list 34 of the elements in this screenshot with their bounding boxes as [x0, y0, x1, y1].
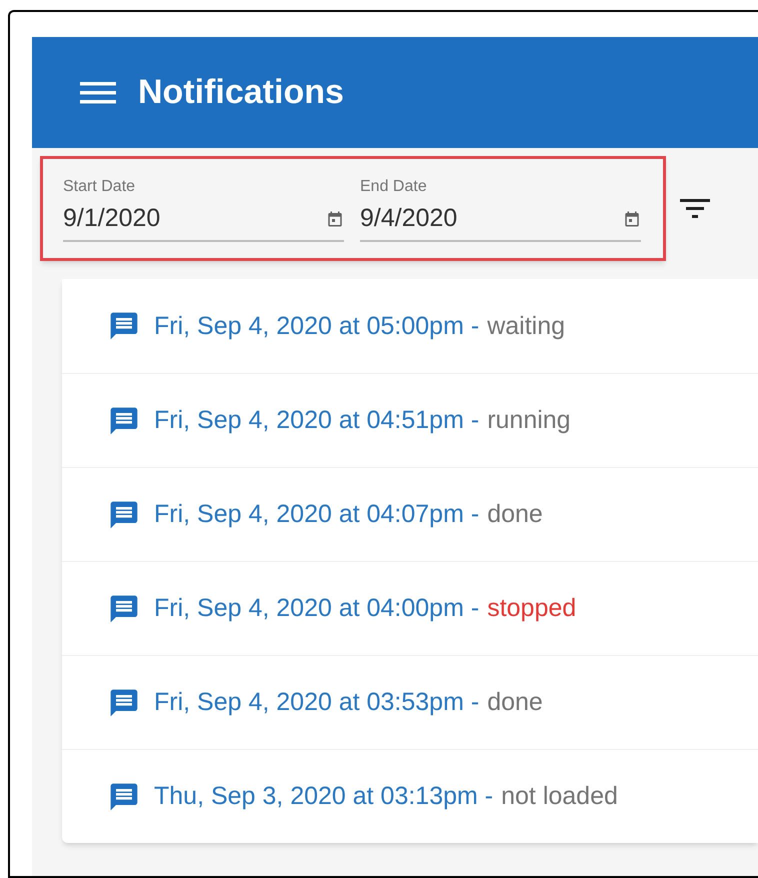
notification-status: stopped — [487, 593, 576, 624]
app-title: Notifications — [138, 72, 344, 113]
notification-status: done — [487, 499, 543, 530]
notification-time: Fri, Sep 4, 2020 at 04:07pm - — [154, 499, 480, 530]
field-value: 9/4/2020 — [360, 203, 458, 234]
notification-item[interactable]: Fri, Sep 4, 2020 at 04:00pm - stopped — [62, 561, 758, 656]
calendar-icon[interactable] — [326, 210, 344, 228]
message-icon — [108, 404, 140, 437]
message-icon — [108, 592, 140, 625]
field-value: 9/1/2020 — [63, 203, 160, 234]
message-icon — [108, 780, 140, 813]
message-icon — [108, 686, 140, 719]
calendar-icon[interactable] — [623, 210, 641, 228]
field-label: Start Date — [63, 177, 136, 197]
notification-item[interactable]: Fri, Sep 4, 2020 at 04:07pm - done — [62, 467, 758, 562]
date-field[interactable]: Start Date 9/1/2020 — [63, 177, 344, 242]
notification-time: Fri, Sep 4, 2020 at 03:53pm - — [154, 687, 480, 718]
notification-time: Fri, Sep 4, 2020 at 04:00pm - — [154, 593, 480, 624]
notification-time: Thu, Sep 3, 2020 at 03:13pm - — [154, 781, 494, 812]
filter-icon[interactable] — [680, 196, 710, 221]
date-field[interactable]: End Date 9/4/2020 — [360, 177, 641, 242]
notification-item[interactable]: Fri, Sep 4, 2020 at 04:51pm - running — [62, 373, 758, 468]
notification-item[interactable]: Fri, Sep 4, 2020 at 03:53pm - done — [62, 655, 758, 750]
notification-status: done — [487, 687, 543, 718]
notification-time: Fri, Sep 4, 2020 at 04:51pm - — [154, 405, 480, 436]
notification-time: Fri, Sep 4, 2020 at 05:00pm - — [154, 310, 480, 342]
notification-item[interactable]: Thu, Sep 3, 2020 at 03:13pm - not loaded — [62, 749, 758, 844]
field-label: End Date — [360, 177, 428, 197]
message-icon — [108, 498, 140, 531]
menu-icon[interactable] — [80, 80, 116, 106]
notification-status: running — [487, 405, 571, 436]
notification-status: not loaded — [501, 781, 618, 812]
notification-status: waiting — [487, 310, 566, 342]
notification-item[interactable]: Fri, Sep 4, 2020 at 05:00pm - waiting — [62, 279, 758, 374]
